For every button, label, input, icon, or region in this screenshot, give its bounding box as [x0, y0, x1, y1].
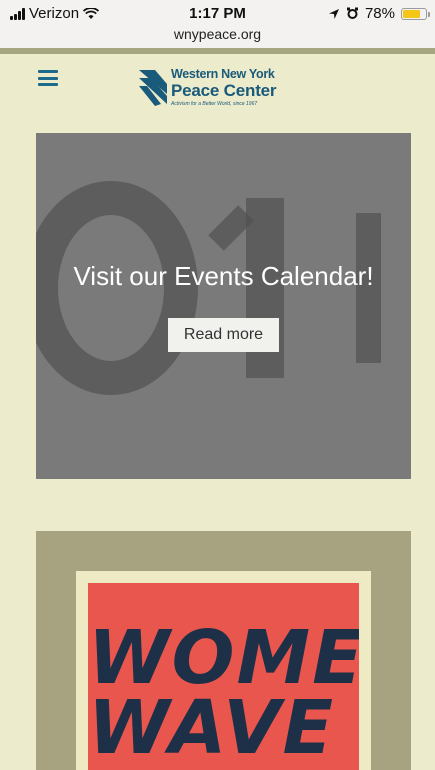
battery-fill — [403, 9, 421, 18]
logo-wave-icon — [139, 70, 167, 106]
hamburger-menu-icon[interactable] — [38, 70, 58, 86]
status-bar: Verizon 1:17 PM 78% — [0, 0, 435, 26]
slide-title: Visit our Events Calendar! — [73, 261, 374, 291]
logo-name: Western New York Peace Center — [171, 67, 277, 100]
site-header: Western New York Peace Center Activism f… — [0, 54, 435, 130]
poster-image[interactable]: WOMEN WAVE — [88, 583, 359, 770]
poster-line-2: WAVE — [88, 685, 336, 770]
url-bar[interactable]: wnypeace.org — [0, 26, 435, 48]
featured-card[interactable]: WOMEN WAVE — [36, 531, 411, 770]
location-icon — [328, 8, 339, 19]
poster-text: WOMEN WAVE — [88, 615, 359, 770]
logo-line1: Western New York — [171, 67, 275, 81]
slide-background-image — [36, 173, 386, 437]
status-right: 78% — [328, 5, 430, 22]
poster-line-1: WOMEN — [88, 615, 359, 701]
battery-percent: 78% — [364, 5, 395, 22]
logo-line2: Peace Center — [171, 80, 277, 100]
events-slide[interactable]: Visit our Events Calendar! Read more — [36, 133, 411, 479]
site-logo[interactable]: Western New York Peace Center Activism f… — [137, 68, 297, 112]
poster-frame: WOMEN WAVE — [76, 571, 371, 770]
alarm-icon — [346, 7, 358, 19]
logo-tagline: Activism for a Better World, since 1967 — [171, 101, 258, 107]
read-more-button[interactable]: Read more — [168, 318, 279, 352]
battery-icon — [401, 7, 430, 20]
